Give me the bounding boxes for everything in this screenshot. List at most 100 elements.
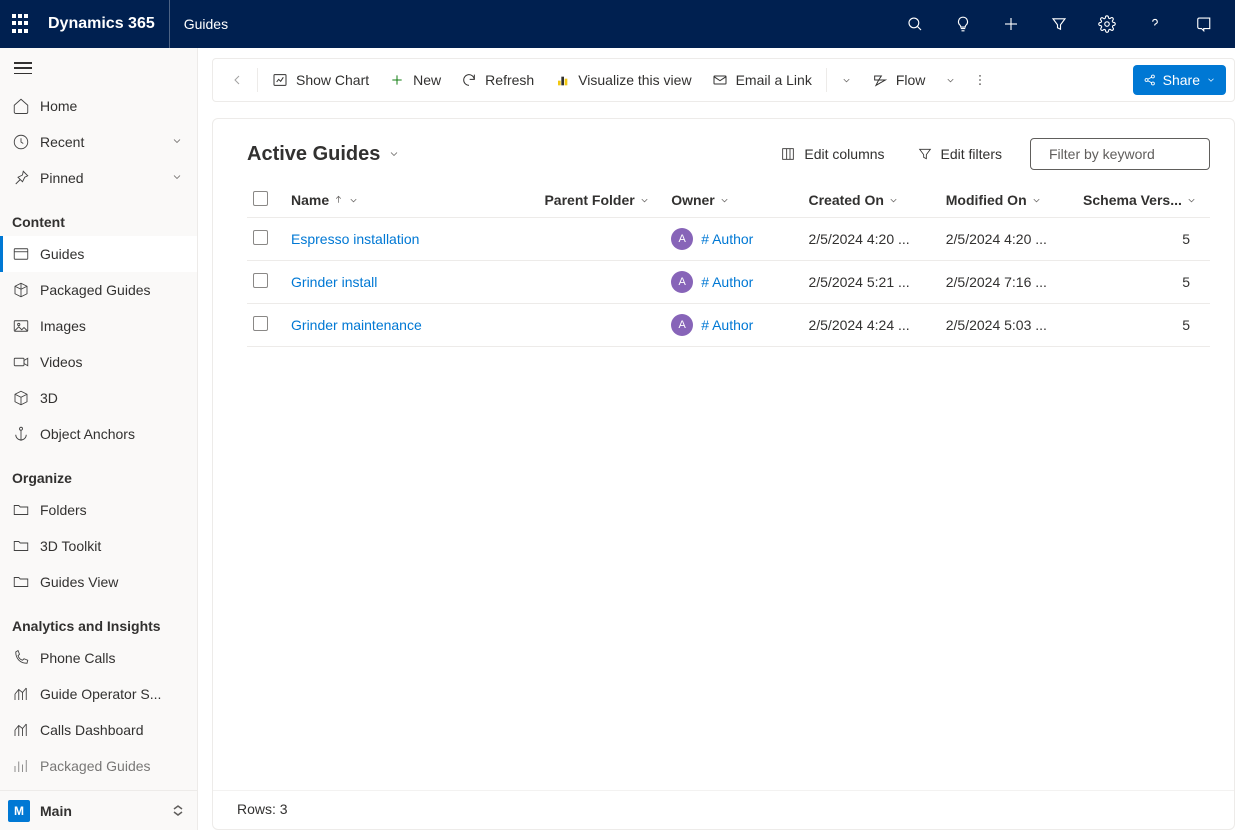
edit-columns-button[interactable]: Edit columns bbox=[770, 137, 894, 171]
nav-3d-toolkit[interactable]: 3D Toolkit bbox=[0, 528, 197, 564]
flow-button[interactable]: Flow bbox=[862, 62, 936, 98]
row-checkbox[interactable] bbox=[253, 230, 268, 245]
folder-icon bbox=[12, 537, 30, 555]
keyword-filter[interactable] bbox=[1030, 138, 1210, 170]
modified-cell: 2/5/2024 7:16 ... bbox=[940, 261, 1077, 304]
group-header-analytics: Analytics and Insights bbox=[0, 600, 197, 640]
record-link[interactable]: Espresso installation bbox=[291, 231, 419, 247]
hamburger-icon bbox=[14, 62, 32, 74]
nav-guides[interactable]: Guides bbox=[0, 236, 197, 272]
commandbar-overflow[interactable] bbox=[966, 73, 994, 87]
group-header-content: Content bbox=[0, 196, 197, 236]
created-cell: 2/5/2024 4:20 ... bbox=[802, 218, 939, 261]
modified-cell: 2/5/2024 4:20 ... bbox=[940, 218, 1077, 261]
record-link[interactable]: Grinder install bbox=[291, 274, 377, 290]
group-header-organize: Organize bbox=[0, 452, 197, 492]
nav-images[interactable]: Images bbox=[0, 308, 197, 344]
keyword-filter-input[interactable] bbox=[1049, 146, 1230, 162]
nav-folders[interactable]: Folders bbox=[0, 492, 197, 528]
nav-videos[interactable]: Videos bbox=[0, 344, 197, 380]
table-row[interactable]: Grinder maintenance A # Author 2/5/2024 4:2… bbox=[247, 304, 1210, 347]
app-launcher-icon[interactable] bbox=[12, 14, 32, 34]
image-icon bbox=[12, 317, 30, 335]
command-bar: Show Chart New Refresh Visualize this vi… bbox=[212, 58, 1235, 102]
row-checkbox[interactable] bbox=[253, 273, 268, 288]
row-checkbox[interactable] bbox=[253, 316, 268, 331]
nav-3d[interactable]: 3D bbox=[0, 380, 197, 416]
sidebar-collapse-button[interactable] bbox=[0, 48, 197, 88]
chart-icon bbox=[12, 757, 30, 775]
anchor-icon bbox=[12, 425, 30, 443]
owner-link[interactable]: # Author bbox=[701, 274, 753, 290]
rows-count: Rows: 3 bbox=[213, 790, 1234, 829]
view-selector[interactable]: Active Guides bbox=[247, 143, 400, 166]
avatar: A bbox=[671, 228, 693, 250]
share-button[interactable]: Share bbox=[1133, 65, 1226, 95]
column-header-created[interactable]: Created On bbox=[802, 183, 939, 218]
nav-object-anchors[interactable]: Object Anchors bbox=[0, 416, 197, 452]
schema-cell: 5 bbox=[1077, 261, 1210, 304]
search-icon[interactable] bbox=[891, 0, 939, 48]
sidebar: Home Recent Pinned Content Guides Packag… bbox=[0, 48, 198, 830]
add-icon[interactable] bbox=[987, 0, 1035, 48]
record-link[interactable]: Grinder maintenance bbox=[291, 317, 422, 333]
edit-filters-button[interactable]: Edit filters bbox=[907, 137, 1012, 171]
chevron-down-icon bbox=[171, 170, 183, 186]
content-area: Show Chart New Refresh Visualize this vi… bbox=[198, 48, 1235, 830]
product-name[interactable]: Dynamics 365 bbox=[48, 0, 170, 48]
nav-home[interactable]: Home bbox=[0, 88, 197, 124]
home-icon bbox=[12, 97, 30, 115]
nav-packaged-guides-2[interactable]: Packaged Guides bbox=[0, 748, 197, 784]
created-cell: 2/5/2024 5:21 ... bbox=[802, 261, 939, 304]
email-dropdown[interactable] bbox=[831, 62, 862, 98]
nav-pinned[interactable]: Pinned bbox=[0, 160, 197, 196]
column-header-parent[interactable]: Parent Folder bbox=[538, 183, 665, 218]
phone-icon bbox=[12, 649, 30, 667]
email-link-button[interactable]: Email a Link bbox=[702, 62, 822, 98]
show-chart-button[interactable]: Show Chart bbox=[262, 62, 379, 98]
top-nav-bar: Dynamics 365 Guides bbox=[0, 0, 1235, 48]
package-icon bbox=[12, 281, 30, 299]
new-button[interactable]: New bbox=[379, 62, 451, 98]
nav-packaged-guides[interactable]: Packaged Guides bbox=[0, 272, 197, 308]
lightbulb-icon[interactable] bbox=[939, 0, 987, 48]
nav-phone-calls[interactable]: Phone Calls bbox=[0, 640, 197, 676]
chevron-down-icon bbox=[388, 148, 400, 160]
data-table: Name Parent Folder Owner Created On Modi… bbox=[247, 183, 1210, 347]
avatar: A bbox=[671, 314, 693, 336]
nav-recent[interactable]: Recent bbox=[0, 124, 197, 160]
chart-icon bbox=[12, 721, 30, 739]
column-header-name[interactable]: Name bbox=[285, 183, 538, 218]
back-button[interactable] bbox=[221, 72, 253, 88]
app-switcher[interactable]: M Main bbox=[0, 790, 197, 830]
table-row[interactable]: Espresso installation A # Author 2/5/2024 4… bbox=[247, 218, 1210, 261]
avatar: A bbox=[671, 271, 693, 293]
nav-guides-view[interactable]: Guides View bbox=[0, 564, 197, 600]
visualize-button[interactable]: Visualize this view bbox=[544, 62, 701, 98]
nav-calls-dashboard[interactable]: Calls Dashboard bbox=[0, 712, 197, 748]
refresh-button[interactable]: Refresh bbox=[451, 62, 544, 98]
column-header-owner[interactable]: Owner bbox=[665, 183, 802, 218]
nav-guide-operator[interactable]: Guide Operator S... bbox=[0, 676, 197, 712]
schema-cell: 5 bbox=[1077, 218, 1210, 261]
filter-icon[interactable] bbox=[1035, 0, 1083, 48]
owner-link[interactable]: # Author bbox=[701, 231, 753, 247]
owner-link[interactable]: # Author bbox=[701, 317, 753, 333]
created-cell: 2/5/2024 4:24 ... bbox=[802, 304, 939, 347]
column-header-modified[interactable]: Modified On bbox=[940, 183, 1077, 218]
clock-icon bbox=[12, 133, 30, 151]
chat-panel-icon[interactable] bbox=[1179, 0, 1227, 48]
video-icon bbox=[12, 353, 30, 371]
folder-icon bbox=[12, 501, 30, 519]
settings-gear-icon[interactable] bbox=[1083, 0, 1131, 48]
app-switcher-label: Main bbox=[40, 803, 173, 819]
select-all-checkbox[interactable] bbox=[253, 191, 268, 206]
table-row[interactable]: Grinder install A # Author 2/5/2024 5:21 ..… bbox=[247, 261, 1210, 304]
app-badge: M bbox=[8, 800, 30, 822]
module-name[interactable]: Guides bbox=[170, 16, 228, 32]
pin-icon bbox=[12, 169, 30, 187]
folder-icon bbox=[12, 573, 30, 591]
flow-dropdown[interactable] bbox=[935, 62, 966, 98]
help-icon[interactable] bbox=[1131, 0, 1179, 48]
column-header-schema[interactable]: Schema Vers... bbox=[1077, 183, 1210, 218]
